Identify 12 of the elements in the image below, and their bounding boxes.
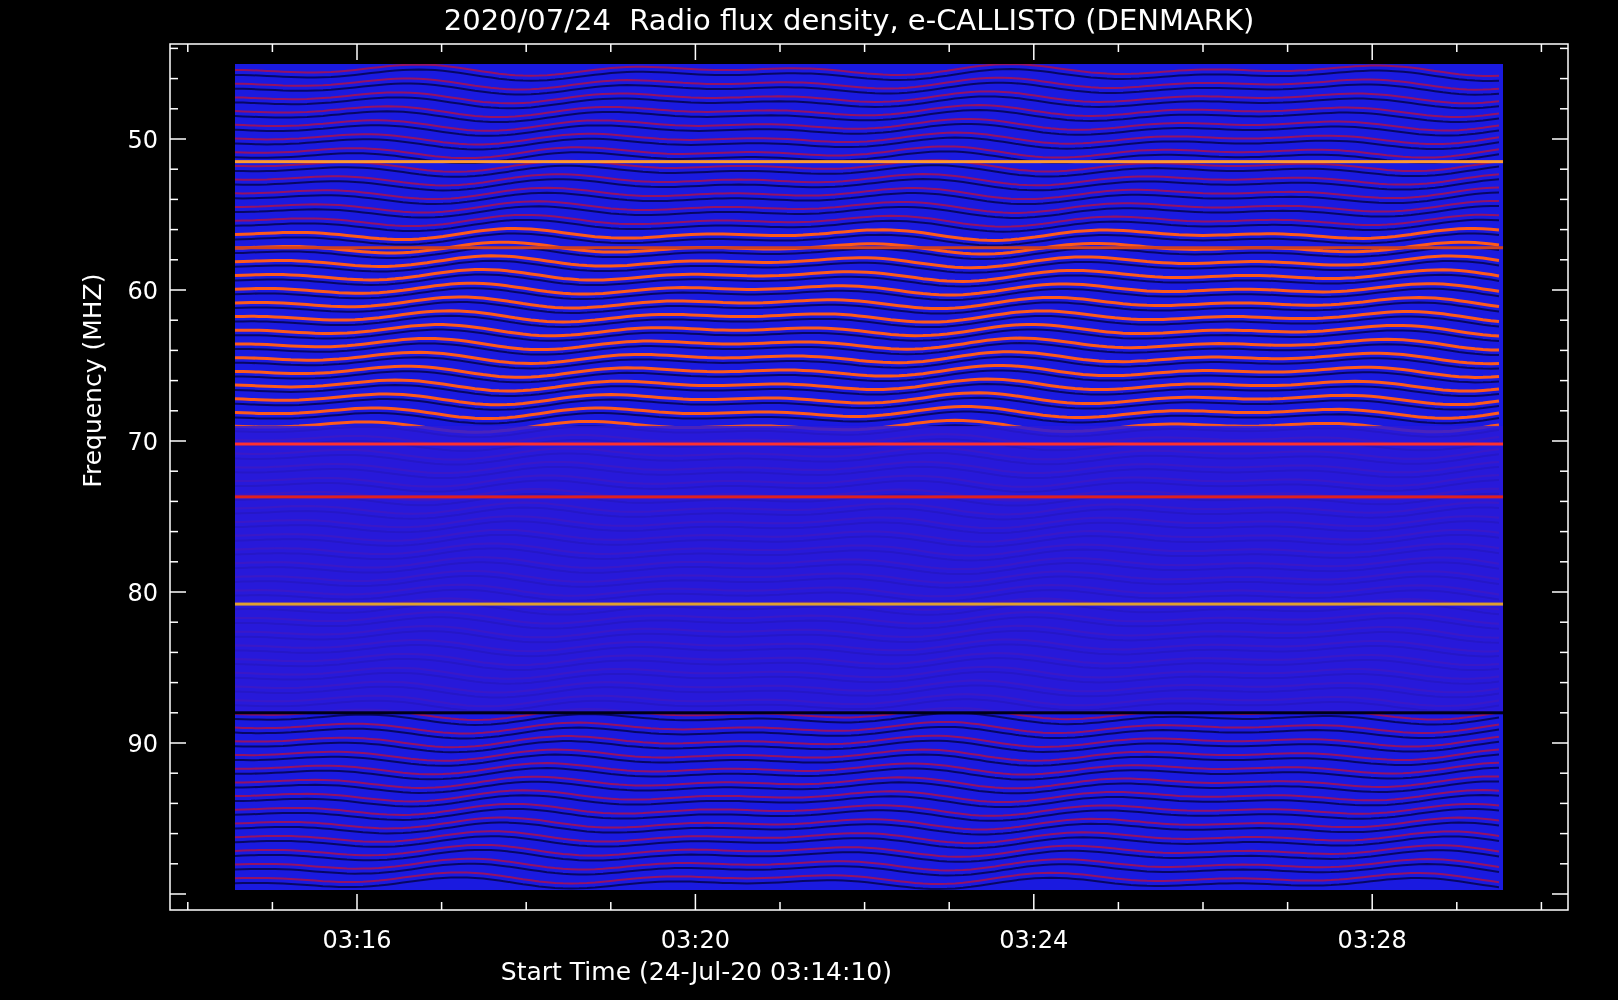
x-tick-label: 03:16 [322,926,392,954]
y-axis-label: Frequency (MHZ) [78,273,107,488]
y-tick-label: 90 [127,730,158,758]
y-tick-label: 50 [127,126,158,154]
y-tick-label: 60 [127,277,158,305]
y-tick-label: 80 [127,579,158,607]
x-tick-label: 03:20 [660,926,730,954]
x-tick-label: 03:24 [999,926,1069,954]
x-axis-label: Start Time (24-Jul-20 03:14:10) [500,957,892,986]
y-tick-label: 70 [127,428,158,456]
chart-title: 2020/07/24 Radio flux density, e-CALLISTO (DENMARK) [443,2,1255,39]
x-tick-label: 03:28 [1337,926,1407,954]
